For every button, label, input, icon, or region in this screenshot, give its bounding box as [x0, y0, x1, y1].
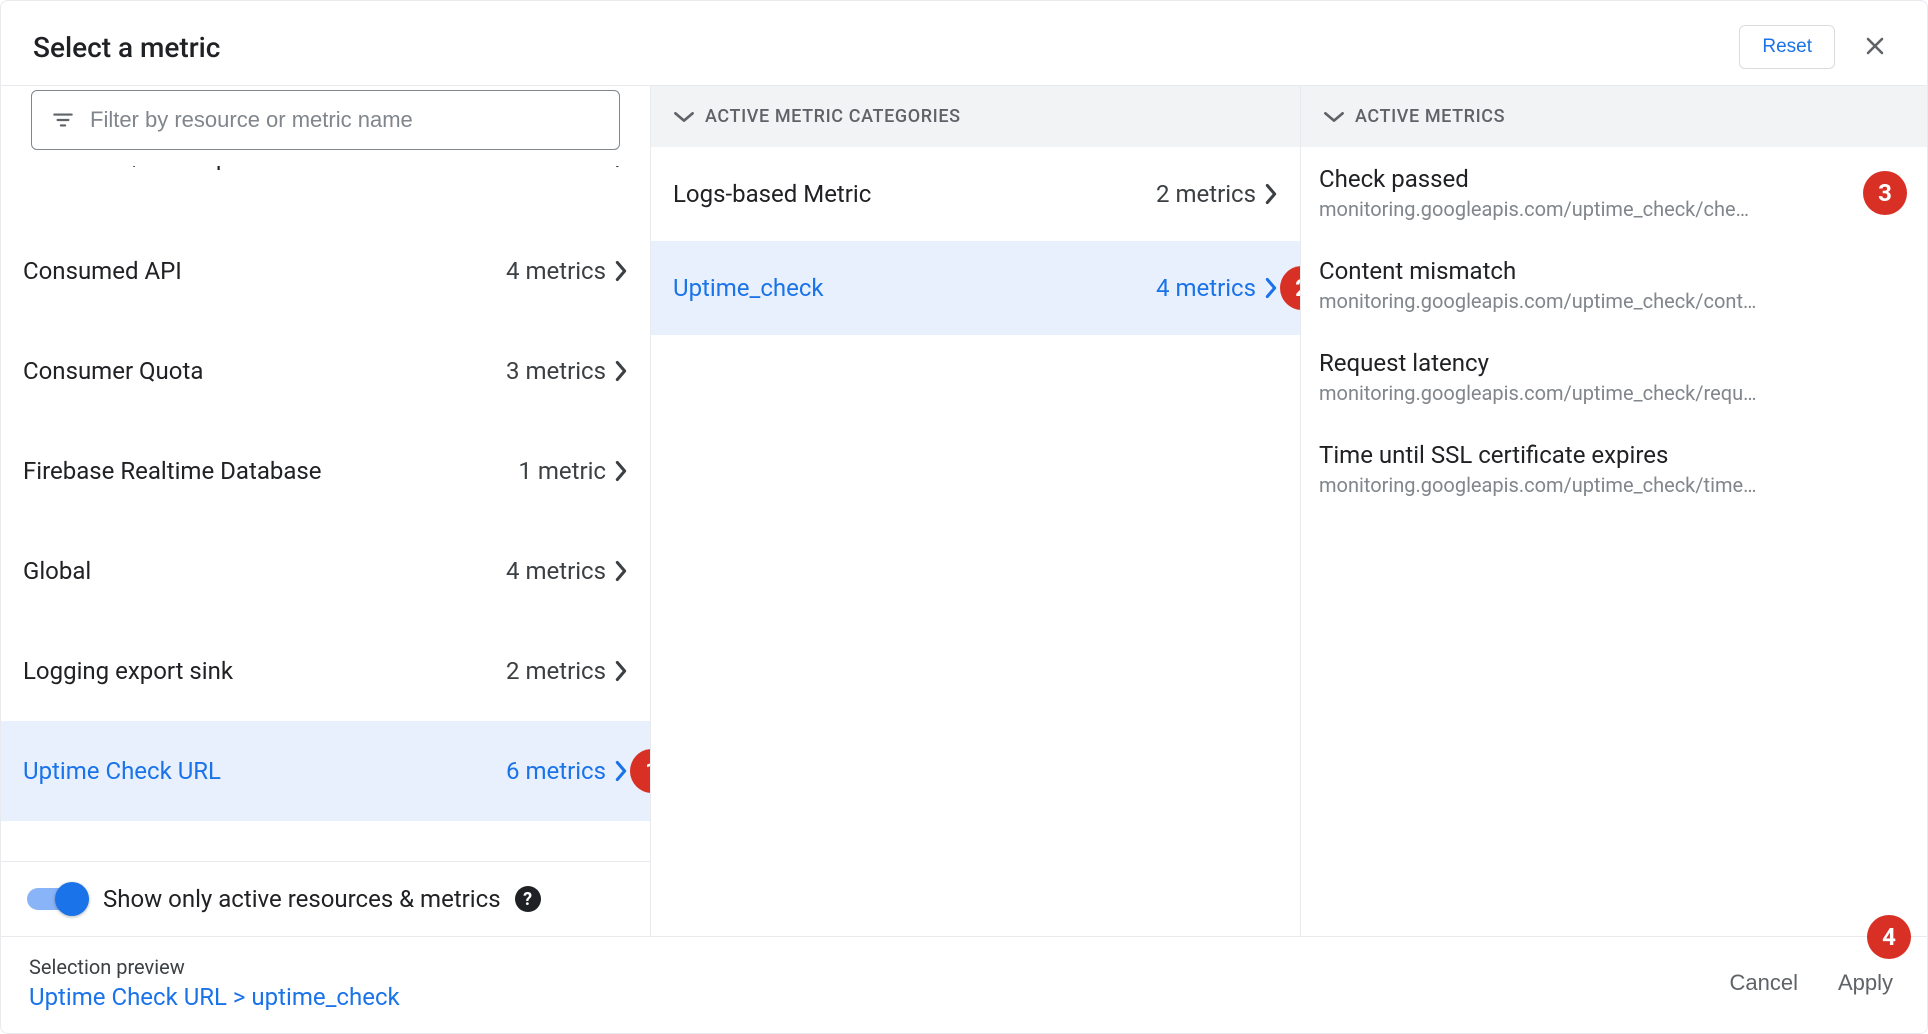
categories-column: ACTIVE METRIC CATEGORIES Logs-based Metr…	[651, 86, 1301, 936]
filter-input[interactable]	[90, 107, 601, 133]
resources-list: Cloud Pub/Sub Topic 3 metrics Consumed A…	[1, 166, 650, 861]
chevron-down-icon	[1323, 110, 1345, 124]
chevron-right-icon	[614, 760, 628, 782]
metric-selector-dialog: Select a metric Reset	[0, 0, 1928, 1034]
preview-label: Selection preview	[29, 955, 400, 979]
active-only-toggle[interactable]	[27, 882, 89, 916]
filter-input-container[interactable]	[31, 90, 620, 150]
dialog-title: Select a metric	[33, 31, 220, 64]
selection-preview: Selection preview Uptime Check URL > upt…	[29, 955, 400, 1011]
resource-row[interactable]: Consumed API 4 metrics	[1, 221, 650, 321]
close-icon	[1861, 32, 1889, 60]
chevron-right-icon	[614, 560, 628, 582]
filter-icon	[50, 107, 76, 133]
category-name: Logs-based Metric	[673, 180, 871, 208]
category-row-selected[interactable]: Uptime_check 4 metrics 2	[651, 241, 1300, 335]
annotation-badge-4: 4	[1867, 915, 1911, 959]
metric-path: monitoring.googleapis.com/uptime_check/c…	[1319, 197, 1903, 221]
metric-path: monitoring.googleapis.com/uptime_check/t…	[1319, 473, 1903, 497]
category-metrics-count: 4 metrics	[1156, 274, 1278, 302]
resource-metrics-count: 4 metrics	[506, 257, 628, 285]
resource-metrics-count: 3 metrics	[506, 357, 628, 385]
categories-list: Logs-based Metric 2 metrics Uptime_check…	[651, 147, 1300, 936]
resource-name: Consumer Quota	[23, 357, 203, 385]
metric-path: monitoring.googleapis.com/uptime_check/c…	[1319, 289, 1903, 313]
annotation-badge-1: 1	[630, 749, 650, 793]
resource-metrics-count: 6 metrics	[506, 757, 628, 785]
resource-row[interactable]: Cloud Pub/Sub Topic 3 metrics	[1, 166, 650, 221]
category-name: Uptime_check	[673, 274, 824, 302]
categories-header[interactable]: ACTIVE METRIC CATEGORIES	[651, 86, 1300, 147]
resource-row[interactable]: Global 4 metrics	[1, 521, 650, 621]
metric-name: Check passed	[1319, 165, 1903, 193]
col-header-label: ACTIVE METRICS	[1355, 106, 1505, 127]
chevron-right-icon	[1264, 277, 1278, 299]
cancel-button[interactable]: Cancel	[1729, 970, 1797, 996]
resource-row[interactable]: Firebase Realtime Database 1 metric	[1, 421, 650, 521]
chevron-right-icon	[1264, 183, 1278, 205]
resource-metrics-count: 4 metrics	[506, 557, 628, 585]
resources-column: Cloud Pub/Sub Topic 3 metrics Consumed A…	[1, 86, 651, 936]
chevron-right-icon	[614, 660, 628, 682]
toggle-label: Show only active resources & metrics	[103, 885, 501, 913]
metric-row[interactable]: Check passed monitoring.googleapis.com/u…	[1301, 147, 1927, 239]
resource-metrics-count: 2 metrics	[506, 657, 628, 685]
chevron-right-icon	[614, 260, 628, 282]
chevron-right-icon	[614, 460, 628, 482]
header-actions: Reset	[1739, 25, 1895, 69]
reset-button[interactable]: Reset	[1739, 25, 1835, 69]
close-button[interactable]	[1855, 26, 1895, 69]
preview-value: Uptime Check URL > uptime_check	[29, 983, 400, 1011]
metric-row[interactable]: Time until SSL certificate expires monit…	[1301, 423, 1927, 515]
metric-name: Request latency	[1319, 349, 1903, 377]
chevron-right-icon	[614, 360, 628, 382]
col-header-label: ACTIVE METRIC CATEGORIES	[705, 106, 961, 127]
dialog-body: Cloud Pub/Sub Topic 3 metrics Consumed A…	[1, 85, 1927, 1033]
apply-button[interactable]: Apply	[1838, 970, 1893, 996]
chevron-down-icon	[673, 110, 695, 124]
category-metrics-count: 2 metrics	[1156, 180, 1278, 208]
columns: Cloud Pub/Sub Topic 3 metrics Consumed A…	[1, 85, 1927, 937]
resource-row[interactable]: Logging export sink 2 metrics	[1, 621, 650, 721]
resource-metrics-count: 1 metric	[518, 457, 628, 485]
metric-path: monitoring.googleapis.com/uptime_check/r…	[1319, 381, 1903, 405]
toggle-thumb	[55, 882, 89, 916]
metric-name: Content mismatch	[1319, 257, 1903, 285]
resource-name: Firebase Realtime Database	[23, 457, 322, 485]
resource-row-selected[interactable]: Uptime Check URL 6 metrics 1	[1, 721, 650, 821]
filter-wrap	[1, 90, 650, 166]
metric-name: Time until SSL certificate expires	[1319, 441, 1903, 469]
metrics-list: Check passed monitoring.googleapis.com/u…	[1301, 147, 1927, 936]
resource-name: Logging export sink	[23, 657, 233, 685]
dialog-footer: Selection preview Uptime Check URL > upt…	[1, 937, 1927, 1033]
resource-name: Cloud Pub/Sub Topic	[23, 166, 248, 171]
metric-row[interactable]: Request latency monitoring.googleapis.co…	[1301, 331, 1927, 423]
footer-actions: Cancel Apply	[1729, 970, 1893, 996]
metrics-column: ACTIVE METRICS Check passed monitoring.g…	[1301, 86, 1927, 936]
resource-name: Uptime Check URL	[23, 757, 221, 785]
category-row[interactable]: Logs-based Metric 2 metrics	[651, 147, 1300, 241]
resource-row[interactable]: Consumer Quota 3 metrics	[1, 321, 650, 421]
help-icon[interactable]: ?	[515, 886, 541, 912]
resource-metrics-count: 3 metrics	[506, 166, 628, 171]
resource-name: Consumed API	[23, 257, 182, 285]
annotation-badge-3: 3	[1863, 171, 1907, 215]
dialog-header: Select a metric Reset	[1, 1, 1927, 85]
metrics-header[interactable]: ACTIVE METRICS	[1301, 86, 1927, 147]
toggle-area: Show only active resources & metrics ?	[1, 861, 650, 936]
metric-row[interactable]: Content mismatch monitoring.googleapis.c…	[1301, 239, 1927, 331]
annotation-badge-2: 2	[1280, 266, 1300, 310]
chevron-right-icon	[614, 166, 628, 168]
resource-name: Global	[23, 557, 91, 585]
